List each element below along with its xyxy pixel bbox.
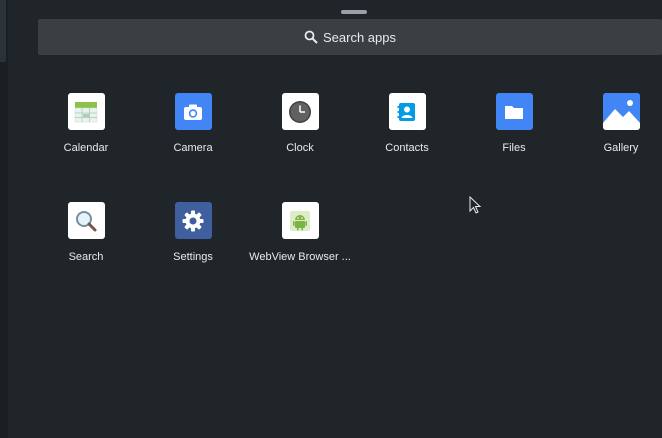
app-clock[interactable]: Clock: [250, 93, 350, 173]
app-label: Camera: [173, 142, 213, 154]
app-label: Files: [502, 142, 526, 154]
app-label: WebView Browser ...: [249, 251, 351, 263]
search-apps-label: Search apps: [323, 29, 396, 45]
gallery-icon: [602, 93, 640, 130]
app-webview-browser[interactable]: WebView Browser ...: [249, 202, 351, 282]
clock-icon: [281, 93, 319, 130]
search-icon: [304, 30, 318, 44]
app-label: Clock: [286, 142, 314, 154]
contacts-icon: [388, 93, 426, 130]
app-label: Calendar: [63, 142, 109, 154]
gear-icon: [174, 202, 212, 239]
magnifier-icon: [67, 202, 105, 239]
search-apps-bar[interactable]: Search apps: [38, 19, 662, 55]
app-label: Gallery: [603, 142, 639, 154]
app-label: Search: [68, 251, 104, 263]
folder-icon: [495, 93, 533, 130]
app-files[interactable]: Files: [464, 93, 564, 173]
app-settings[interactable]: Settings: [143, 202, 243, 282]
app-camera[interactable]: Camera: [143, 93, 243, 173]
android-icon: [281, 202, 319, 239]
mouse-pointer-icon: [469, 196, 482, 214]
drawer-drag-handle[interactable]: [341, 10, 367, 14]
app-drawer: Search apps Calendar Camera Clock Contac…: [0, 0, 662, 438]
app-label: Contacts: [385, 142, 429, 154]
app-gallery[interactable]: Gallery: [571, 93, 662, 173]
app-calendar[interactable]: Calendar: [36, 93, 136, 173]
app-search[interactable]: Search: [36, 202, 136, 282]
window-edge: [0, 0, 8, 438]
app-label: Settings: [173, 251, 213, 263]
camera-icon: [174, 93, 212, 130]
calendar-icon: [67, 93, 105, 130]
app-contacts[interactable]: Contacts: [357, 93, 457, 173]
